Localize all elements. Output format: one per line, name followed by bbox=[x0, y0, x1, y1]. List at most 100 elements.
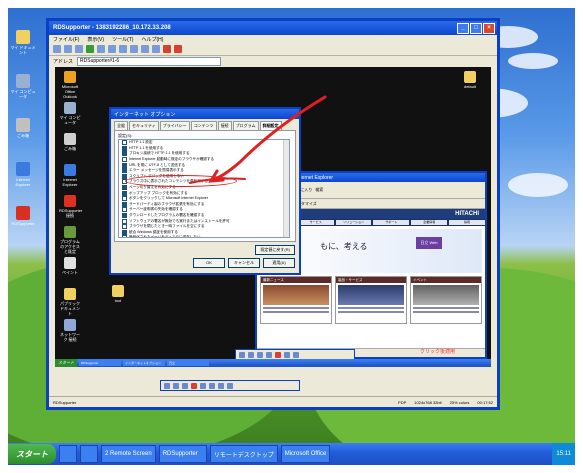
setting-checkbox[interactable] bbox=[122, 190, 127, 196]
remote-desktop-icon[interactable]: ネットワーク 接続 bbox=[59, 319, 81, 342]
dialog-tab[interactable]: 接続 bbox=[217, 121, 232, 130]
restore-defaults-button[interactable]: 既定値に戻す(R) bbox=[255, 245, 295, 255]
desktop-icon[interactable]: ごみ箱 bbox=[10, 118, 36, 138]
toolbar-icon[interactable] bbox=[182, 382, 188, 389]
screen-icon[interactable] bbox=[97, 45, 105, 53]
ie-search-label[interactable]: 検索 bbox=[315, 187, 323, 193]
news-box[interactable]: イベント bbox=[410, 276, 482, 324]
toolbar-icon[interactable] bbox=[191, 382, 197, 389]
setting-checkbox[interactable] bbox=[122, 196, 127, 202]
dialog-tab[interactable]: 詳細設定 bbox=[259, 121, 282, 130]
news-box[interactable]: 最新ニュース bbox=[260, 276, 332, 324]
remote-taskbar-item[interactable]: RDSupporter bbox=[79, 360, 121, 366]
mouse-icon[interactable] bbox=[119, 45, 127, 53]
toolbar-icon[interactable] bbox=[227, 382, 233, 389]
toolbar-icon[interactable] bbox=[200, 382, 206, 389]
remote-taskbar-item[interactable]: 日立 bbox=[167, 360, 209, 366]
toolbar-icon[interactable] bbox=[248, 351, 254, 358]
menu-file[interactable]: ファイル(F) bbox=[53, 36, 79, 43]
nav-item[interactable]: サポート bbox=[373, 220, 410, 225]
remote-desktop-icon[interactable]: マイ コンピュータ bbox=[59, 102, 81, 125]
local-floating-toolbar[interactable] bbox=[160, 380, 300, 391]
setting-checkbox[interactable] bbox=[122, 213, 127, 219]
setting-checkbox[interactable] bbox=[122, 185, 127, 191]
nav-item[interactable]: 企業情報 bbox=[411, 220, 448, 225]
quick-launch-icon[interactable] bbox=[59, 445, 77, 463]
setting-checkbox[interactable] bbox=[122, 224, 127, 230]
taskbar-item[interactable]: 2 Remote Screen bbox=[101, 445, 156, 463]
toolbar-icon[interactable] bbox=[164, 382, 170, 389]
dialog-tab[interactable]: プライバシー bbox=[159, 121, 190, 130]
maximize-button[interactable]: □ bbox=[470, 22, 482, 34]
setting-checkbox[interactable] bbox=[122, 235, 127, 237]
cancel-button[interactable]: キャンセル bbox=[228, 258, 260, 268]
setting-checkbox[interactable] bbox=[122, 140, 127, 146]
back-icon[interactable] bbox=[53, 45, 61, 53]
hero-badge[interactable]: 日立 Web bbox=[416, 237, 442, 249]
news-box[interactable]: 製品・サービス bbox=[335, 276, 407, 324]
connect-icon[interactable] bbox=[86, 45, 94, 53]
taskbar-item[interactable]: Microsoft Office bbox=[280, 445, 331, 463]
remote-taskbar-item[interactable]: インターネットオプション bbox=[123, 360, 165, 366]
remote-folder-icon-top-right[interactable]: default bbox=[459, 71, 481, 89]
taskbar-item[interactable]: RDSupporter bbox=[158, 445, 207, 463]
setting-checkbox[interactable] bbox=[122, 207, 127, 213]
setting-checkbox[interactable] bbox=[122, 173, 127, 179]
setting-checkbox[interactable] bbox=[122, 218, 127, 224]
desktop-icon[interactable]: Internet Explorer bbox=[10, 162, 36, 187]
setting-row[interactable]: 暗号化されたページをディスクに保存しない bbox=[119, 235, 289, 237]
forward-icon[interactable] bbox=[64, 45, 72, 53]
remote-desktop-icon[interactable]: ペイント bbox=[59, 257, 81, 275]
rdsupporter-window[interactable]: RDSupporter - 1383192286_10.172.33.208 _… bbox=[46, 18, 500, 410]
keyboard-icon[interactable] bbox=[108, 45, 116, 53]
desktop-icon[interactable]: マイ ドキュメント bbox=[10, 30, 36, 55]
start-button[interactable]: スタート bbox=[8, 444, 56, 464]
settings-list[interactable]: HTTP 1.1 設定 HTTP 1.1 を使用する プロキシ接続で HTTP 1.… bbox=[118, 139, 290, 238]
nav-item[interactable]: 採用 bbox=[449, 220, 485, 225]
apply-button[interactable]: 適用(A) bbox=[263, 258, 295, 268]
remote-desktop-icon[interactable]: Microsoft Office Outlook bbox=[59, 71, 81, 99]
toolbar-icon[interactable] bbox=[173, 382, 179, 389]
toolbar-icon[interactable] bbox=[266, 351, 272, 358]
toolbar-icon[interactable] bbox=[293, 351, 299, 358]
toolbar-icon[interactable] bbox=[275, 351, 281, 358]
chat-icon[interactable] bbox=[152, 45, 160, 53]
quick-launch-icon[interactable] bbox=[80, 445, 98, 463]
refresh-icon[interactable] bbox=[75, 45, 83, 53]
remote-desktop-view[interactable]: Microsoft Office Outlook マイ コンピュータ ごみ箱 Inte… bbox=[55, 67, 491, 367]
remote-desktop-icon[interactable]: プログラムのアクセスと既定 bbox=[59, 226, 81, 254]
setting-checkbox[interactable] bbox=[122, 157, 127, 163]
clipboard-icon[interactable] bbox=[130, 45, 138, 53]
setting-checkbox[interactable] bbox=[122, 229, 127, 235]
menu-view[interactable]: 表示(V) bbox=[87, 36, 104, 43]
internet-options-dialog[interactable]: インターネット オプション 全般 セキュリティ プライバシー コンテンツ 接続 プログラム… bbox=[109, 107, 301, 275]
scrollbar[interactable] bbox=[283, 140, 289, 237]
remote-desktop-icon[interactable]: パブリック ドキュメント bbox=[59, 288, 81, 316]
title-bar[interactable]: RDSupporter - 1383192286_10.172.33.208 _… bbox=[49, 21, 497, 35]
address-input[interactable]: RDSupporter#1-6 bbox=[77, 56, 222, 66]
nav-item[interactable]: サービス bbox=[297, 220, 334, 225]
ok-button[interactable]: OK bbox=[193, 258, 225, 268]
dialog-tab[interactable]: コンテンツ bbox=[190, 121, 217, 130]
menu-help[interactable]: ヘルプ(H) bbox=[141, 36, 163, 43]
menu-tools[interactable]: ツール(T) bbox=[112, 36, 133, 43]
setting-checkbox[interactable] bbox=[122, 145, 127, 151]
taskbar-item[interactable]: リモートデスクトップ bbox=[209, 445, 278, 463]
dialog-tab[interactable]: セキュリティ bbox=[129, 121, 159, 130]
desktop-icon[interactable]: RDSupporter bbox=[10, 206, 36, 226]
minimize-button[interactable]: _ bbox=[457, 22, 469, 34]
setting-checkbox[interactable] bbox=[122, 162, 127, 168]
remote-desktop-icon[interactable]: Internet Explorer bbox=[59, 164, 81, 187]
toolbar-icon[interactable] bbox=[209, 382, 215, 389]
dialog-title-bar[interactable]: インターネット オプション bbox=[111, 109, 299, 119]
nav-item[interactable]: ソリューション bbox=[335, 220, 372, 225]
file-transfer-icon[interactable] bbox=[141, 45, 149, 53]
remote-desktop-icon[interactable]: RDSupporter 接続 bbox=[59, 195, 82, 218]
record-icon[interactable] bbox=[163, 45, 171, 53]
toolbar-icon[interactable] bbox=[284, 351, 290, 358]
toolbar-icon[interactable] bbox=[218, 382, 224, 389]
remote-folder-icon[interactable]: tool bbox=[107, 285, 129, 303]
toolbar-icon[interactable] bbox=[239, 351, 245, 358]
desktop-icon[interactable]: マイ コンピュータ bbox=[10, 74, 36, 99]
dialog-tab[interactable]: プログラム bbox=[232, 121, 259, 130]
